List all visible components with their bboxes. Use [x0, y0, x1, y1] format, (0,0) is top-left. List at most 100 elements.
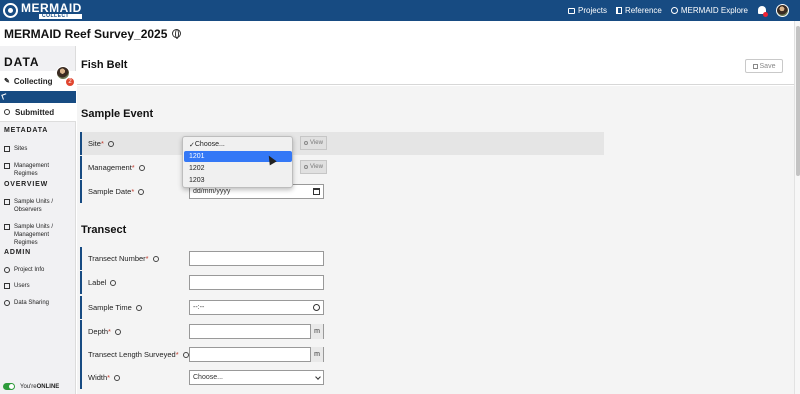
nav-mermaid-explore[interactable]: MERMAID Explore [670, 6, 748, 15]
info-icon [4, 267, 10, 273]
collecting-count-badge: 2 [66, 78, 74, 86]
sidebar-active-indicator[interactable] [0, 91, 76, 103]
sidebar-admin-heading: ADMIN [4, 249, 31, 256]
form-body: Sample Event Site * View Management * View… [77, 86, 794, 394]
view-label: View [310, 164, 323, 170]
mermaid-logo[interactable]: MERMAID COLLECT [3, 2, 82, 19]
site-option[interactable]: 1202 [184, 163, 292, 174]
info-icon[interactable] [138, 188, 145, 195]
info-icon[interactable] [107, 140, 114, 147]
pin-icon [304, 141, 309, 145]
logo-mark-icon [3, 3, 18, 18]
transect-length-input[interactable]: m [189, 347, 324, 362]
management-view-button[interactable]: View [300, 160, 327, 174]
sample-time-row: Sample Time --:-- [80, 296, 604, 319]
globe-icon [670, 7, 678, 14]
online-status: You're ONLINE [3, 383, 59, 390]
sample-event-heading: Sample Event [81, 108, 154, 120]
edit-icon: ✎ [4, 78, 10, 85]
nav-projects[interactable]: Projects [568, 6, 607, 15]
check-circle-icon [4, 109, 10, 115]
depth-input[interactable]: m [189, 324, 324, 339]
transect-number-input[interactable] [189, 251, 324, 266]
sample-time-label: Sample Time [88, 303, 132, 312]
sidebar-item-data-sharing[interactable]: Data Sharing [4, 299, 74, 307]
label-row: Label [80, 271, 604, 294]
calendar-icon[interactable] [313, 188, 320, 195]
sidebar-item-users[interactable]: Users [4, 282, 74, 290]
notification-bell-icon[interactable] [757, 5, 768, 17]
nav-reference[interactable]: Reference [615, 6, 662, 15]
site-option[interactable]: 1203 [184, 175, 292, 186]
page-title: Fish Belt [81, 59, 128, 71]
sidebar-item-sites[interactable]: Sites [4, 145, 74, 153]
required-marker: * [175, 350, 179, 359]
info-icon[interactable] [114, 374, 121, 381]
sidebar-item-label: Users [14, 283, 30, 289]
sidebar-item-label: Project Info [14, 267, 45, 273]
width-row: Width * Choose... [80, 366, 604, 389]
site-row: Site * View [80, 132, 604, 155]
required-marker: * [145, 254, 149, 263]
label-input[interactable] [189, 275, 324, 290]
required-marker: * [108, 327, 111, 336]
site-view-button[interactable]: View [300, 136, 327, 150]
logo-subtitle: COLLECT [39, 14, 82, 19]
management-label: Management [88, 163, 132, 172]
management-row: Management * View [80, 156, 604, 179]
site-option[interactable]: ✓ Choose... [184, 139, 292, 150]
transect-length-label: Transect Length Surveyed [88, 350, 176, 359]
info-icon[interactable] [152, 255, 159, 262]
sidebar-item-label: Management Regimes [14, 163, 50, 177]
depth-label: Depth [88, 327, 109, 336]
sidebar-item-label: Sample Units / Observers [14, 199, 54, 213]
nav-explore-label: MERMAID Explore [680, 6, 748, 15]
site-option-label: 1203 [189, 177, 205, 184]
table-icon [4, 224, 10, 230]
online-toggle[interactable] [3, 383, 15, 390]
sidebar-item-label: Collecting [13, 76, 53, 86]
save-button[interactable]: Save [745, 59, 783, 73]
width-select-value: Choose... [193, 374, 223, 381]
pin-icon [304, 165, 309, 169]
globe-icon[interactable] [172, 29, 182, 39]
info-icon[interactable] [135, 304, 142, 311]
online-status-value: ONLINE [36, 383, 60, 390]
project-title: MERMAID Reef Survey_2025 [4, 26, 168, 41]
info-icon[interactable] [110, 279, 117, 286]
page-scrollbar[interactable] [794, 21, 800, 394]
sidebar-item-label: Sample Units / Management Regimes [14, 224, 54, 246]
nav-projects-label: Projects [578, 6, 607, 15]
sidebar-item-sample-units-observers[interactable]: Sample Units / Observers [4, 198, 74, 214]
view-label: View [310, 140, 323, 146]
site-option-label: 1202 [189, 165, 205, 172]
sidebar-metadata-heading: METADATA [4, 127, 49, 134]
required-marker: * [100, 139, 104, 148]
width-select[interactable]: Choose... [189, 370, 324, 385]
sample-date-value: dd/mm/yyyy [193, 188, 231, 195]
sidebar: DATA ✎ Collecting 2 Submitted METADATA S… [0, 46, 76, 394]
user-avatar[interactable] [776, 4, 789, 17]
info-icon[interactable] [138, 164, 145, 171]
save-icon [752, 63, 758, 69]
sample-time-value: --:-- [193, 304, 205, 311]
management-icon [4, 163, 10, 169]
table-icon [4, 199, 10, 205]
info-icon[interactable] [182, 351, 189, 358]
site-dropdown-menu: ✓ Choose... 1201 1202 1203 [182, 136, 293, 188]
sidebar-item-management-regimes[interactable]: Management Regimes [4, 162, 74, 178]
save-button-label: Save [759, 62, 776, 70]
top-navbar: MERMAID COLLECT Projects Reference MERMA… [0, 0, 800, 21]
length-unit: m [310, 347, 323, 362]
sidebar-item-project-info[interactable]: Project Info [4, 266, 74, 274]
transect-number-row: Transect Number * [80, 247, 604, 270]
sample-time-input[interactable]: --:-- [189, 300, 324, 315]
scrollbar-thumb[interactable] [796, 26, 800, 176]
site-option-label: 1201 [189, 153, 205, 160]
sidebar-item-submitted[interactable]: Submitted [0, 103, 76, 122]
tool-icon [1, 93, 8, 100]
clock-icon[interactable] [313, 304, 320, 311]
sidebar-item-label: Sites [14, 146, 28, 152]
sidebar-item-sample-units-management[interactable]: Sample Units / Management Regimes [4, 223, 74, 247]
info-icon[interactable] [114, 328, 121, 335]
